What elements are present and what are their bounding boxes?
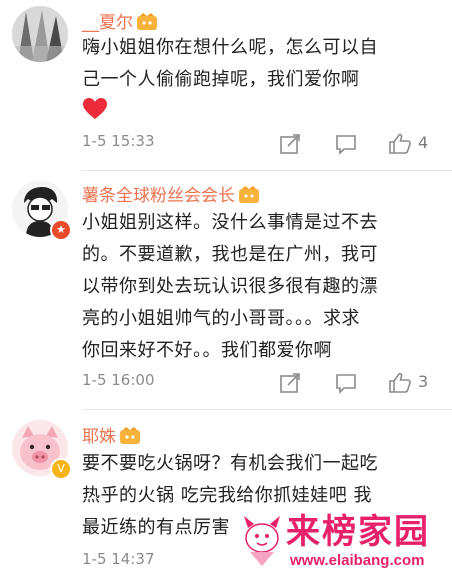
avatar[interactable] (12, 6, 68, 62)
watermark: 来榜家园 www.elaibang.com (238, 512, 448, 574)
comment-icon[interactable] (334, 132, 360, 156)
username[interactable]: 耶姝 (82, 422, 141, 447)
comment-meta: 1-5 16:00 3 (82, 371, 434, 395)
comment-icon[interactable] (334, 371, 360, 395)
share-icon[interactable] (278, 371, 304, 395)
watermark-url: www.elaibang.com (290, 552, 425, 569)
verified-badge-icon: V (50, 458, 72, 480)
timestamp: 1-5 14:37 (82, 550, 155, 568)
username[interactable]: 薯条全球粉丝会会长 (82, 181, 260, 206)
like-icon[interactable] (388, 132, 414, 156)
level-badge-icon (120, 427, 140, 444)
comment-meta: 1-5 15:33 4 (82, 132, 434, 156)
level-badge-icon (137, 13, 157, 30)
verified-badge-icon: ★ (50, 219, 72, 241)
username[interactable]: __夏尔 (82, 8, 158, 33)
avatar-image (12, 6, 68, 62)
divider (82, 409, 452, 410)
comment-text: 小姐姐别这样。没什么事情是过不去 的。不要道歉，我也是在广州，我可 以带你到处去… (82, 212, 378, 361)
like-count: 3 (418, 372, 429, 391)
level-badge-icon (239, 186, 259, 203)
timestamp: 1-5 16:00 (82, 371, 155, 389)
timestamp: 1-5 15:33 (82, 132, 155, 150)
red-heart-emoji (83, 98, 107, 119)
share-icon[interactable] (278, 132, 304, 156)
like-icon[interactable] (388, 371, 414, 395)
comment-text: 嗨小姐姐你在想什么呢，怎么可以自 己一个人偷偷跑掉呢，我们爱你啊 (82, 32, 434, 128)
like-count: 4 (418, 133, 429, 152)
watermark-title: 来榜家园 (286, 512, 430, 552)
divider (82, 170, 452, 171)
